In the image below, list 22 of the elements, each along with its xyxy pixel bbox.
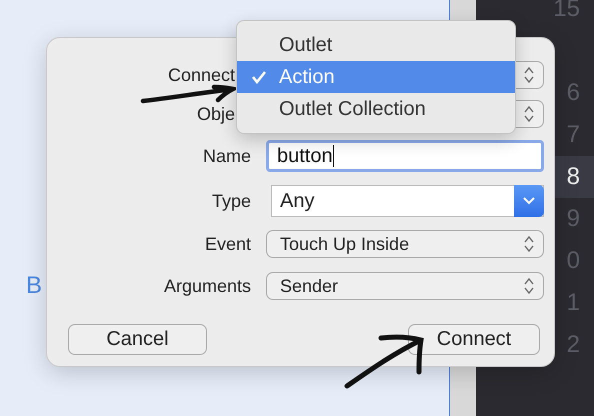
field-label: Connect: [166, 64, 236, 86]
cancel-button[interactable]: Cancel: [68, 324, 207, 355]
field-label: Type: [210, 190, 251, 212]
menu-item[interactable]: Outlet: [237, 29, 515, 61]
name-field[interactable]: button: [266, 140, 544, 172]
menu-item[interactable]: Outlet Collection: [237, 93, 515, 125]
field-label: Event: [204, 234, 251, 254]
label-text: B: [26, 272, 42, 300]
popup-button[interactable]: Touch Up Inside: [266, 230, 544, 258]
popup-button[interactable]: Sender: [266, 272, 544, 300]
checkmark-icon: [251, 70, 267, 84]
stepper-icon: [523, 104, 535, 124]
chevron-down-icon[interactable]: [514, 185, 544, 217]
line-number: 8: [566, 163, 580, 191]
stepper-icon: [523, 234, 535, 254]
type-combo-box[interactable]: Any: [271, 185, 544, 217]
stepper-icon: [523, 65, 535, 85]
stepper-icon: [523, 276, 535, 296]
field-label: Arguments: [162, 276, 251, 296]
field-label: Name: [202, 146, 251, 166]
field-label: Obje: [196, 104, 236, 124]
connect-button[interactable]: Connect: [408, 324, 540, 355]
